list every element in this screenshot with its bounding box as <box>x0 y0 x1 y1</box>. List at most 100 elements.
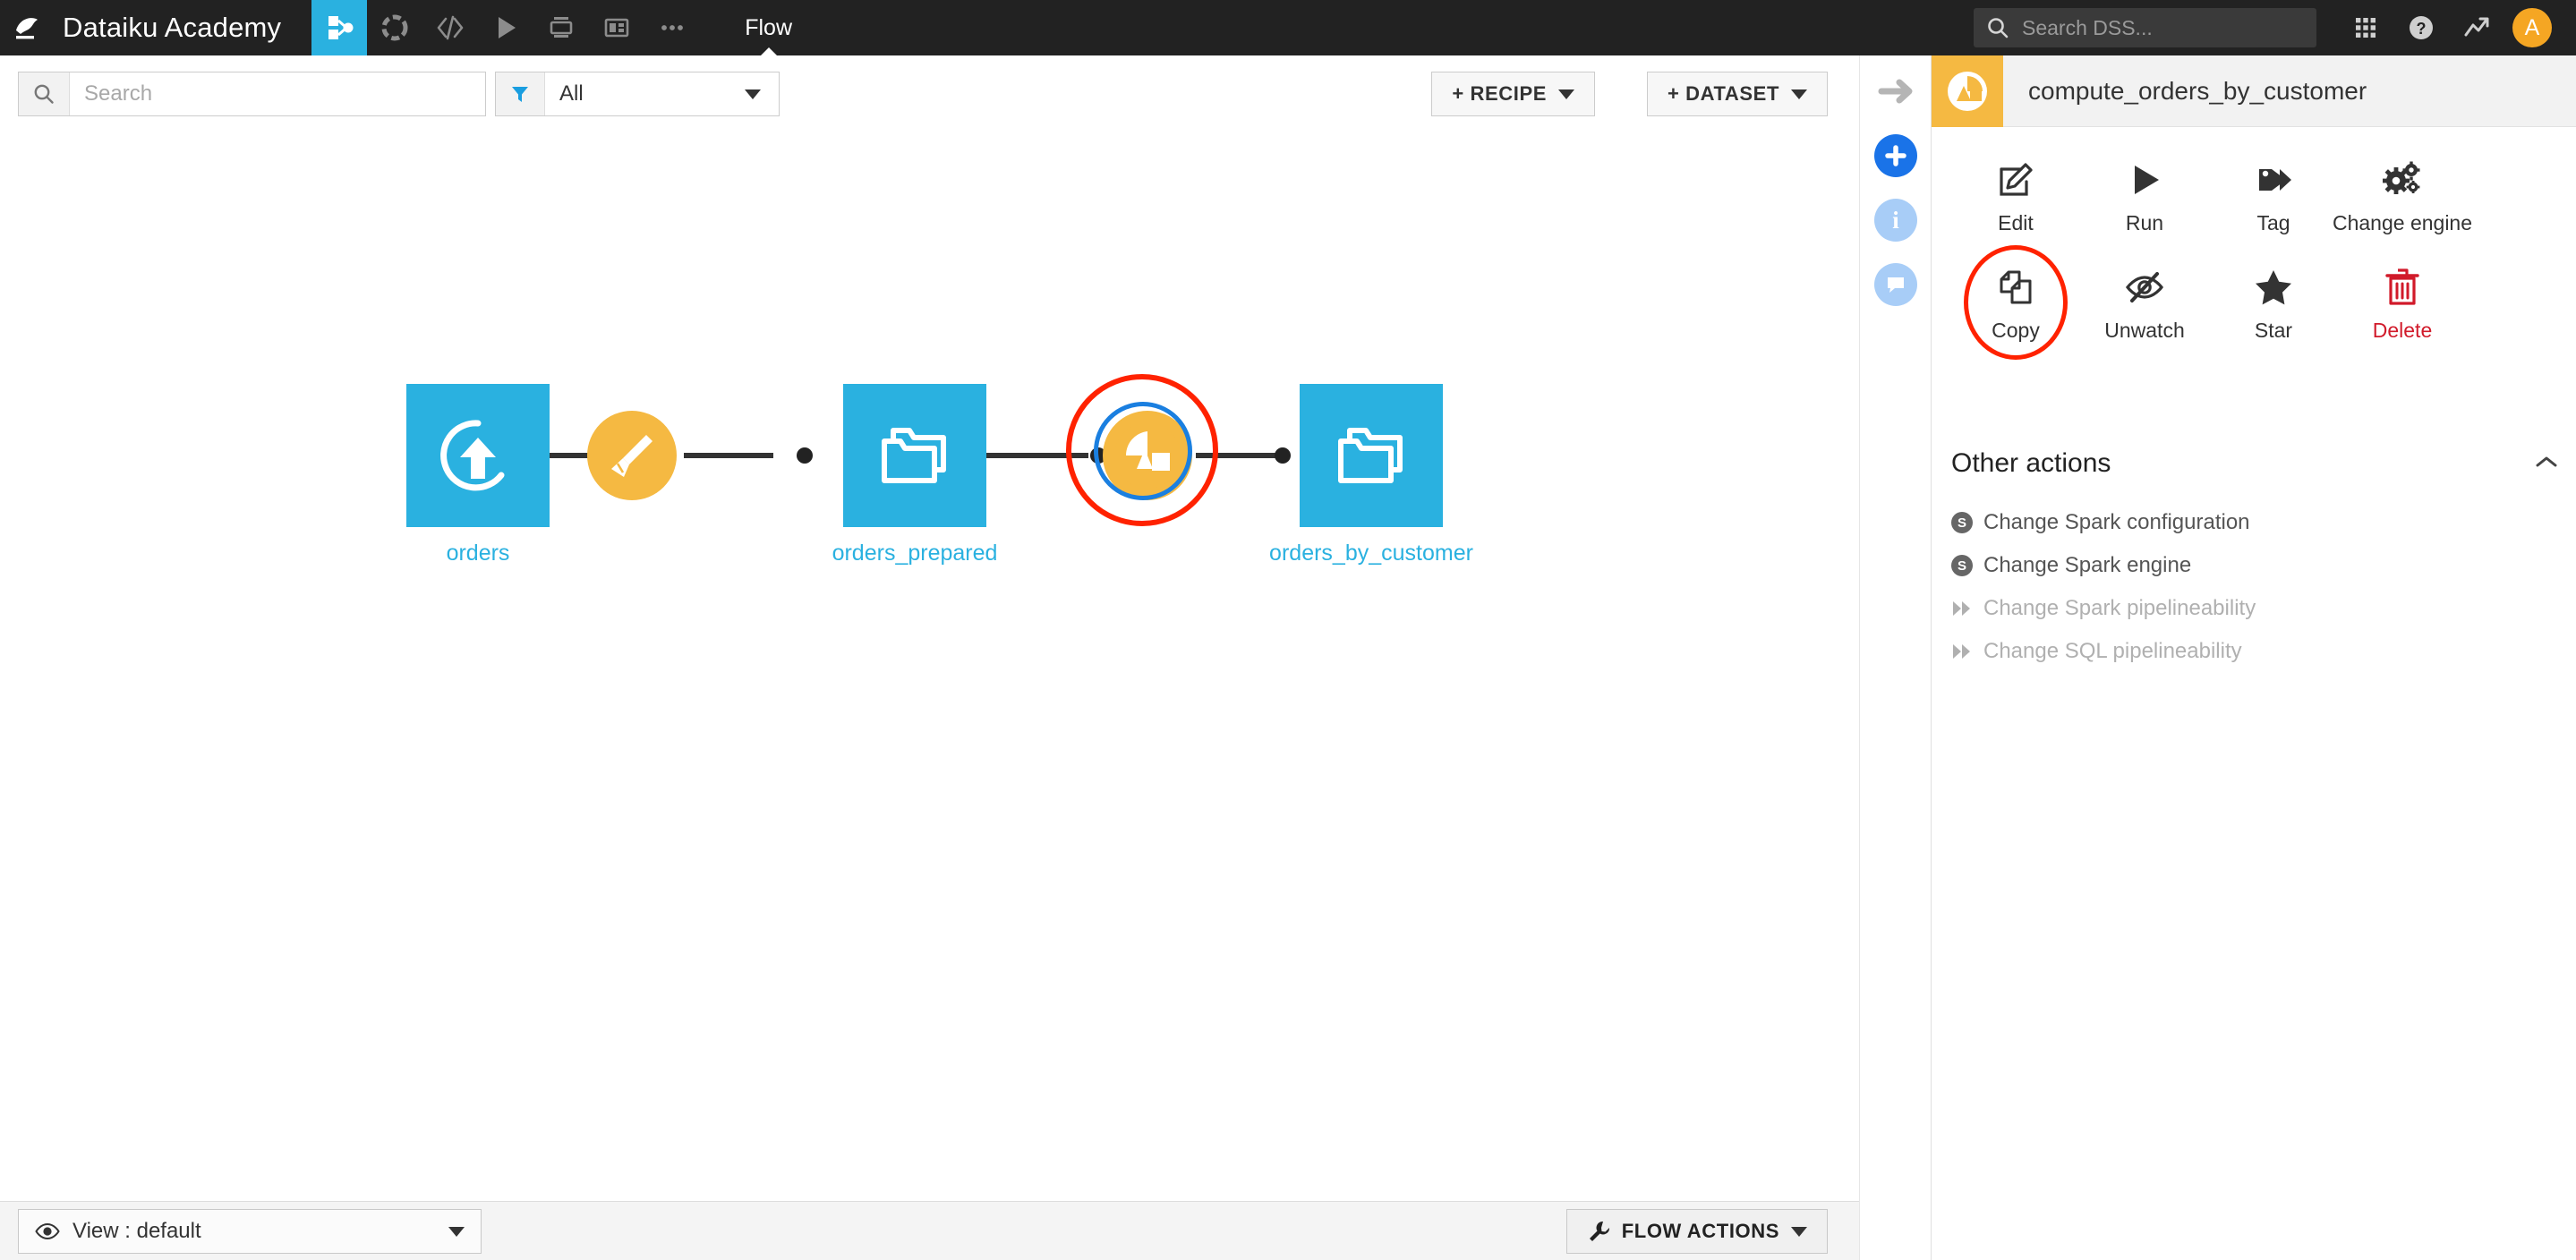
copy-action-button[interactable]: Copy <box>1951 245 2080 360</box>
help-icon[interactable]: ? <box>2393 0 2449 55</box>
search-icon <box>1988 18 2009 38</box>
change-engine-action-button[interactable]: Change engine <box>2333 141 2472 249</box>
flow-canvas[interactable]: orders orders_prepared orders_by_custome… <box>0 116 1859 1201</box>
change-spark-configuration-item[interactable]: S Change Spark configuration <box>1951 510 2250 535</box>
collapse-panel-arrow-icon[interactable] <box>1860 55 1932 127</box>
run-action-label: Run <box>2125 211 2164 234</box>
spark-badge-icon: S <box>1951 512 1973 533</box>
flow-node-orders[interactable]: orders <box>406 384 550 566</box>
flow-bottom-bar: View : default FLOW ACTIONS <box>0 1201 1859 1260</box>
search-icon <box>19 72 70 115</box>
add-dataset-button[interactable]: + DATASET <box>1647 72 1828 116</box>
flow-pane: All 2 recipes 3 datasets + RECIPE + DATA… <box>0 55 1859 1260</box>
global-search-box[interactable]: Search DSS... <box>1974 8 2316 47</box>
chevron-up-icon[interactable] <box>2535 455 2558 473</box>
top-navigation-bar: Dataiku Academy Flow Search DSS... ? A <box>0 0 2576 56</box>
edit-action-button[interactable]: Edit <box>1951 141 2080 249</box>
add-recipe-label: + RECIPE <box>1452 82 1547 105</box>
change-sql-pipelineability-item[interactable]: Change SQL pipelineability <box>1951 639 2242 664</box>
more-nav-icon[interactable] <box>644 0 700 55</box>
right-panel-actions: Edit Run Tag Change engine Copy Unwatch … <box>1951 141 2560 360</box>
other-actions-header[interactable]: Other actions <box>1951 440 2558 487</box>
svg-text:?: ? <box>2417 20 2427 38</box>
eye-icon <box>35 1222 60 1240</box>
delete-action-label: Delete <box>2372 319 2433 342</box>
flow-node-label[interactable]: orders_by_customer <box>1269 541 1473 566</box>
flow-search-input[interactable] <box>70 73 464 115</box>
star-action-button[interactable]: Star <box>2209 249 2338 356</box>
bird-logo-icon[interactable] <box>0 0 55 55</box>
chevron-down-icon <box>745 89 761 99</box>
details-info-button[interactable]: i <box>1860 184 1932 256</box>
dataset-tile <box>1300 384 1443 527</box>
star-action-label: Star <box>2254 319 2293 342</box>
jobs-nav-icon[interactable] <box>478 0 533 55</box>
flow-edge-dot <box>797 447 813 464</box>
automation-nav-icon[interactable] <box>533 0 589 55</box>
flow-node-prepare-recipe[interactable] <box>587 411 677 500</box>
flow-search-group[interactable] <box>18 72 486 116</box>
other-actions-title: Other actions <box>1951 448 2111 478</box>
chevron-down-icon <box>1791 89 1807 99</box>
tag-icon <box>2254 152 2293 208</box>
spark-badge-icon: S <box>1951 555 1973 576</box>
group-recipe-icon <box>1932 55 2003 127</box>
edit-pencil-square-icon <box>1996 152 2035 208</box>
lab-nav-icon[interactable] <box>367 0 422 55</box>
add-recipe-button[interactable]: + RECIPE <box>1431 72 1595 116</box>
flow-toolbar: All 2 recipes 3 datasets + RECIPE + DATA… <box>0 55 1859 150</box>
global-search-placeholder: Search DSS... <box>2022 15 2153 39</box>
flow-filter-select[interactable]: All <box>495 72 780 116</box>
folder-stack-icon <box>882 428 946 483</box>
flow-node-label[interactable]: orders <box>447 541 510 566</box>
double-arrow-icon <box>1951 643 1973 660</box>
unwatch-action-label: Unwatch <box>2104 319 2185 342</box>
flow-nav-icon[interactable] <box>311 0 368 55</box>
flow-node-orders-prepared[interactable]: orders_prepared <box>832 384 997 566</box>
change-spark-configuration-label: Change Spark configuration <box>1983 510 2250 534</box>
view-select[interactable]: View : default <box>18 1209 482 1254</box>
right-panel-title: compute_orders_by_customer <box>2028 76 2367 105</box>
info-icon: i <box>1874 199 1917 242</box>
top-nav-right-group: Search DSS... ? A <box>1974 0 2576 55</box>
copy-pages-icon <box>1996 260 2035 315</box>
chevron-down-icon <box>1791 1226 1807 1237</box>
flow-node-compute-orders-by-customer[interactable] <box>1066 374 1218 526</box>
view-select-label: View : default <box>73 1219 201 1243</box>
add-item-button[interactable] <box>1860 120 1932 192</box>
recipe-circle <box>587 411 677 500</box>
right-panel-header: compute_orders_by_customer <box>1932 55 2576 127</box>
activity-icon[interactable] <box>2449 0 2504 55</box>
add-dataset-label: + DATASET <box>1668 82 1779 105</box>
folder-stack-icon <box>1338 428 1403 483</box>
chat-bubble-icon <box>1874 263 1917 306</box>
run-action-button[interactable]: Run <box>2080 141 2209 249</box>
plus-icon <box>1874 134 1917 177</box>
eye-slash-icon <box>2124 260 2165 315</box>
upload-circle-icon <box>440 420 505 491</box>
change-sql-pipelineability-label: Change SQL pipelineability <box>1983 639 2242 663</box>
dataset-tile <box>406 384 550 527</box>
recipe-selected-border <box>1094 402 1192 500</box>
chevron-down-icon <box>1558 89 1574 99</box>
avatar[interactable]: A <box>2504 0 2560 55</box>
discussions-button[interactable] <box>1860 249 1932 320</box>
flow-node-label[interactable]: orders_prepared <box>832 541 998 566</box>
change-spark-engine-item[interactable]: S Change Spark engine <box>1951 553 2191 578</box>
code-nav-icon[interactable] <box>422 0 478 55</box>
flow-actions-button[interactable]: FLOW ACTIONS <box>1565 1209 1828 1254</box>
tag-action-button[interactable]: Tag <box>2209 141 2338 249</box>
broom-icon <box>611 435 653 477</box>
star-filled-icon <box>2253 260 2294 315</box>
right-icon-rail: i <box>1859 55 1931 1260</box>
page-title-tab[interactable]: Flow <box>727 0 810 56</box>
apps-grid-icon[interactable] <box>2338 0 2393 55</box>
unwatch-action-button[interactable]: Unwatch <box>2080 249 2209 356</box>
flow-edge-dot <box>1275 447 1291 464</box>
flow-node-orders-by-customer[interactable]: orders_by_customer <box>1269 384 1473 566</box>
dashboards-nav-icon[interactable] <box>589 0 644 55</box>
delete-action-button[interactable]: Delete <box>2338 249 2467 356</box>
edit-action-label: Edit <box>1998 211 2034 234</box>
right-details-panel: compute_orders_by_customer Edit Run Tag … <box>1931 55 2576 1260</box>
change-spark-pipelineability-item[interactable]: Change Spark pipelineability <box>1951 596 2256 621</box>
